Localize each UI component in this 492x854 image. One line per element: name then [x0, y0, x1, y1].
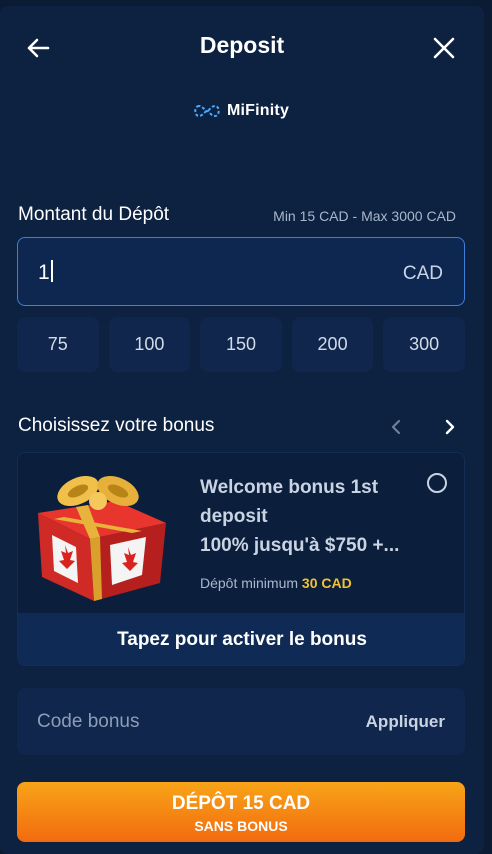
close-button[interactable]	[424, 28, 464, 68]
amount-limits: Min 15 CAD - Max 3000 CAD	[273, 208, 456, 224]
text-caret	[50, 260, 53, 282]
close-icon	[433, 37, 455, 59]
currency-label: CAD	[402, 263, 443, 284]
bonus-code-field: Appliquer	[17, 688, 465, 755]
provider-name: MiFinity	[227, 102, 290, 119]
amount-presets: 75 100 150 200 300	[17, 317, 465, 372]
bonus-code-input[interactable]	[37, 707, 337, 737]
gift-box-icon	[38, 475, 166, 601]
header: Deposit	[0, 6, 484, 78]
bonus-description: 100% jusqu'à $750 +...	[200, 535, 400, 556]
chevron-right-icon	[445, 419, 455, 435]
preset-150-button[interactable]: 150	[200, 317, 282, 372]
amount-value: 1	[38, 260, 53, 285]
infinity-icon	[194, 104, 220, 118]
bonus-section-title: Choisissez votre bonus	[18, 415, 215, 436]
bonus-min-label: Dépôt minimum	[200, 575, 299, 591]
bonus-next-button[interactable]	[439, 414, 461, 440]
deposit-button[interactable]: DÉPÔT 15 CAD SANS BONUS	[17, 782, 465, 842]
bonus-card-body: Welcome bonus 1st deposit 100% jusqu'à $…	[18, 453, 464, 613]
provider-logo: MiFinity	[192, 102, 289, 120]
amount-input[interactable]: 1 CAD	[17, 237, 465, 306]
deposit-button-sublabel: SANS BONUS	[194, 818, 288, 834]
bonus-min-value: 30 CAD	[301, 575, 352, 591]
preset-75-button[interactable]: 75	[17, 317, 99, 372]
activate-bonus-button[interactable]: Tapez pour activer le bonus	[18, 613, 464, 665]
deposit-panel: Deposit MiFinity Montant du Dépôt Min 15…	[0, 6, 484, 854]
bonus-select-radio[interactable]	[427, 473, 447, 493]
bonus-name: Welcome bonus 1st deposit 100% jusqu'à $…	[200, 473, 450, 560]
page-title: Deposit	[199, 32, 285, 58]
apply-code-button[interactable]: Appliquer	[366, 712, 445, 732]
chevron-left-icon	[391, 419, 401, 435]
preset-300-button[interactable]: 300	[383, 317, 465, 372]
bonus-min-deposit: Dépôt minimum 30 CAD	[200, 575, 352, 591]
bonus-name-text: Welcome bonus 1st deposit	[200, 477, 379, 527]
deposit-button-label: DÉPÔT 15 CAD	[171, 793, 311, 814]
bonus-prev-button[interactable]	[385, 414, 407, 440]
bonus-card[interactable]: Welcome bonus 1st deposit 100% jusqu'à $…	[17, 452, 465, 666]
preset-200-button[interactable]: 200	[291, 317, 374, 372]
amount-label: Montant du Dépôt	[18, 204, 170, 225]
preset-100-button[interactable]: 100	[108, 317, 191, 372]
